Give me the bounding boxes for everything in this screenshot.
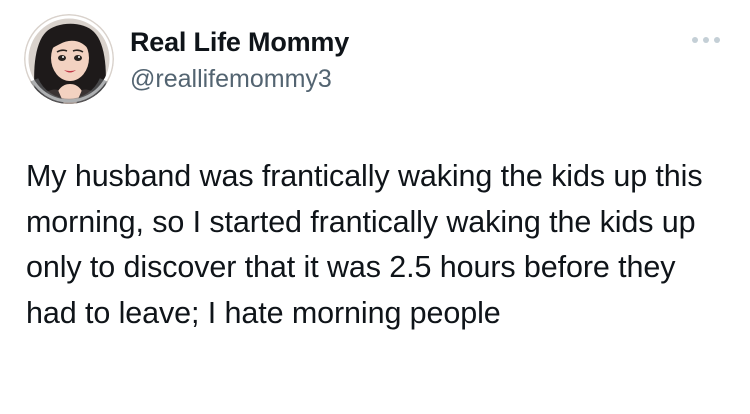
avatar-illustration-icon: [24, 14, 114, 104]
more-horizontal-icon[interactable]: [688, 30, 724, 50]
author-display-name[interactable]: Real Life Mommy: [130, 26, 349, 58]
author-handle[interactable]: @reallifemommy3: [130, 64, 332, 94]
avatar[interactable]: [24, 14, 114, 104]
tweet-text: My husband was frantically waking the ki…: [26, 159, 703, 330]
tweet-card: Real Life Mommy @reallifemommy3 My husba…: [0, 0, 750, 414]
